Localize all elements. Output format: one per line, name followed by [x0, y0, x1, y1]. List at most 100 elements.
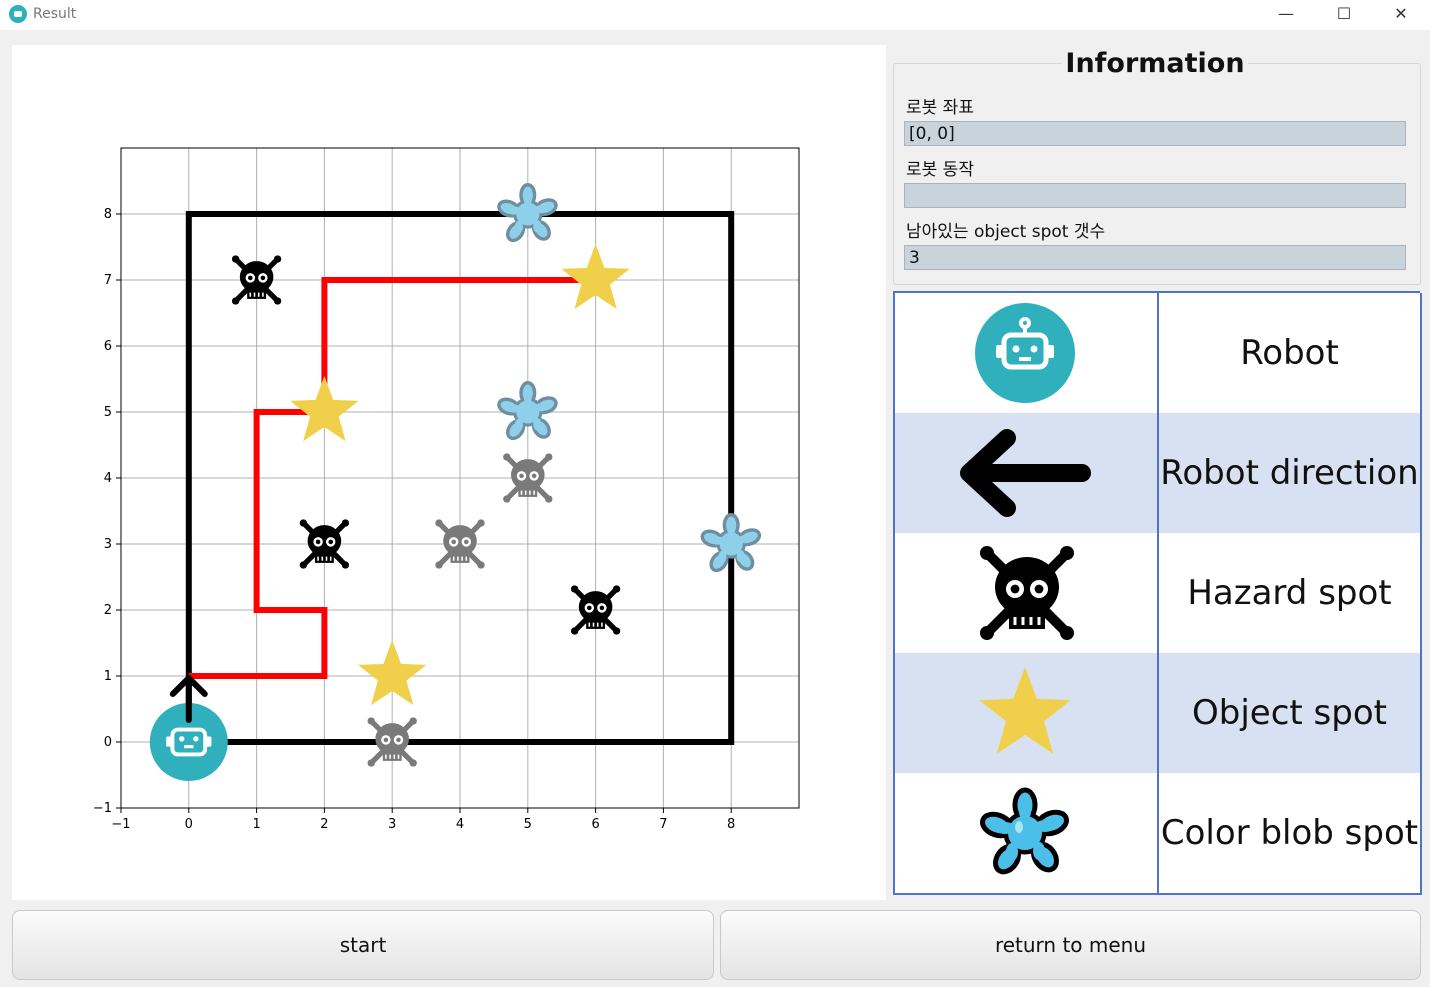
blob-fill-lobe [710, 536, 725, 545]
skull-head [578, 591, 613, 623]
x-tick-label: 6 [591, 817, 599, 832]
skull-pupil [531, 473, 537, 479]
x-tick-label: 4 [456, 817, 464, 832]
legend-table: Robot Robot direction Hazard spot Object… [893, 291, 1422, 903]
blob-fill-lobe [534, 205, 549, 214]
skull-bone-end [570, 585, 579, 593]
x-tick-label: 7 [659, 817, 667, 832]
legend-row-hazard: Hazard spot [893, 533, 1422, 655]
skull-pupil [383, 737, 389, 743]
robot-ear [205, 736, 212, 747]
chart-grid [120, 147, 800, 809]
blob-fill-lobe [736, 550, 745, 563]
skull-bone-end [570, 627, 579, 635]
skull-bone-end [299, 561, 308, 569]
robot-eye [179, 736, 185, 742]
skull-bone-end [612, 585, 621, 593]
y-tick-label: 4 [104, 471, 112, 486]
skull-head [307, 525, 342, 557]
x-tick-label: 2 [320, 817, 328, 832]
start-button[interactable]: start [12, 910, 714, 980]
skull-head [443, 525, 477, 557]
y-tick-label: 7 [104, 273, 112, 288]
star-icon [979, 667, 1071, 754]
x-tick-label: 8 [727, 817, 735, 832]
robot-icon [975, 303, 1075, 403]
skull-bone-end [435, 561, 443, 569]
y-tick-label: −1 [93, 801, 112, 816]
skull-bone-end [409, 717, 417, 725]
x-tick-label: 0 [185, 817, 193, 832]
y-tick-label: 3 [104, 537, 112, 552]
skull-bone-end [477, 519, 485, 527]
skull-bone-end [367, 759, 375, 767]
remaining-objects-field[interactable]: 3 [904, 245, 1406, 270]
legend-label-blob: Color blob spot [1160, 813, 1419, 853]
skull-pupil [247, 275, 253, 281]
y-tick-label: 1 [104, 669, 112, 684]
robot-ear [166, 736, 172, 747]
skull-pupil [396, 737, 401, 743]
y-tick-label: 5 [104, 405, 112, 420]
skull-pupil [315, 539, 321, 545]
blob-fill-lobe [534, 403, 549, 412]
skull-bone-end [545, 453, 553, 461]
skull-bone-end [545, 495, 553, 503]
remaining-objects-label: 남아있는 object spot 갯수 [906, 222, 1106, 242]
robot-action-field[interactable] [904, 183, 1406, 208]
skull-bone-end [503, 495, 511, 503]
skull-bone-end [341, 519, 350, 527]
legend-row-robot: Robot [893, 293, 1422, 415]
blob-fill-lobe [523, 390, 532, 404]
skull-bone-end [612, 627, 621, 635]
minimize-button[interactable]: — [1257, 0, 1315, 30]
legend-row-object: Object spot [893, 653, 1422, 775]
legend-row-direction: Robot direction [893, 413, 1422, 535]
blob-fill-lobe [533, 220, 542, 233]
return-to-menu-button[interactable]: return to menu [720, 910, 1421, 980]
blob-fill-lobe [514, 220, 524, 234]
window-title: Result [33, 6, 77, 22]
skull-bone-end [341, 561, 350, 569]
x-tick-label: 1 [252, 817, 260, 832]
legend-label-object: Object spot [1192, 693, 1387, 733]
blob-fill-lobe [738, 535, 752, 544]
skull-bone-end [367, 717, 375, 725]
skull-bone-end [477, 561, 485, 569]
x-tick-label: −1 [111, 817, 130, 832]
app-robot-icon [9, 5, 27, 23]
skull-bone-end [273, 297, 282, 305]
grid-map-chart: −1 0 1 2 3 4 5 6 7 8 −1 0 1 2 3 4 5 6 7 8 [93, 147, 800, 832]
plot-panel: −1 0 1 2 3 4 5 6 7 8 −1 0 1 2 3 4 5 6 7 8 [12, 45, 886, 900]
blob-fill-lobe [507, 206, 521, 215]
blob-fill-lobe [727, 522, 736, 536]
legend-row-blob: Color blob spot [893, 773, 1422, 895]
skull-head [239, 261, 274, 293]
blob-fill-lobe [523, 192, 532, 206]
skull-bone-end [231, 255, 240, 263]
y-tick-label: 2 [104, 603, 112, 618]
skull-head [511, 459, 545, 491]
blob-fill-lobe [718, 550, 727, 564]
close-button[interactable]: ✕ [1372, 0, 1430, 30]
skull-pupil [586, 605, 592, 611]
robot-eye [193, 736, 199, 742]
skull-pupil [599, 605, 605, 611]
skull-bone-end [299, 519, 308, 527]
x-tick-label: 3 [388, 817, 396, 832]
skull-bone-end [409, 759, 417, 767]
blob-fill-lobe [507, 404, 521, 413]
skull-pupil [328, 539, 334, 545]
window-titlebar: Result — ☐ ✕ [0, 0, 1430, 30]
robot-position-field[interactable]: [0, 0] [904, 121, 1406, 146]
legend-label-robot: Robot [1240, 333, 1339, 373]
arrow-left-icon [960, 429, 1091, 517]
maximize-button[interactable]: ☐ [1315, 0, 1373, 30]
color-blob-icon [979, 787, 1070, 875]
skull-pupil [260, 275, 266, 281]
y-tick-label: 0 [104, 735, 112, 750]
skull-head [375, 723, 409, 755]
skull-bone-end [503, 453, 511, 461]
blob-fill-lobe [533, 418, 542, 431]
y-tick-label: 6 [104, 339, 112, 354]
